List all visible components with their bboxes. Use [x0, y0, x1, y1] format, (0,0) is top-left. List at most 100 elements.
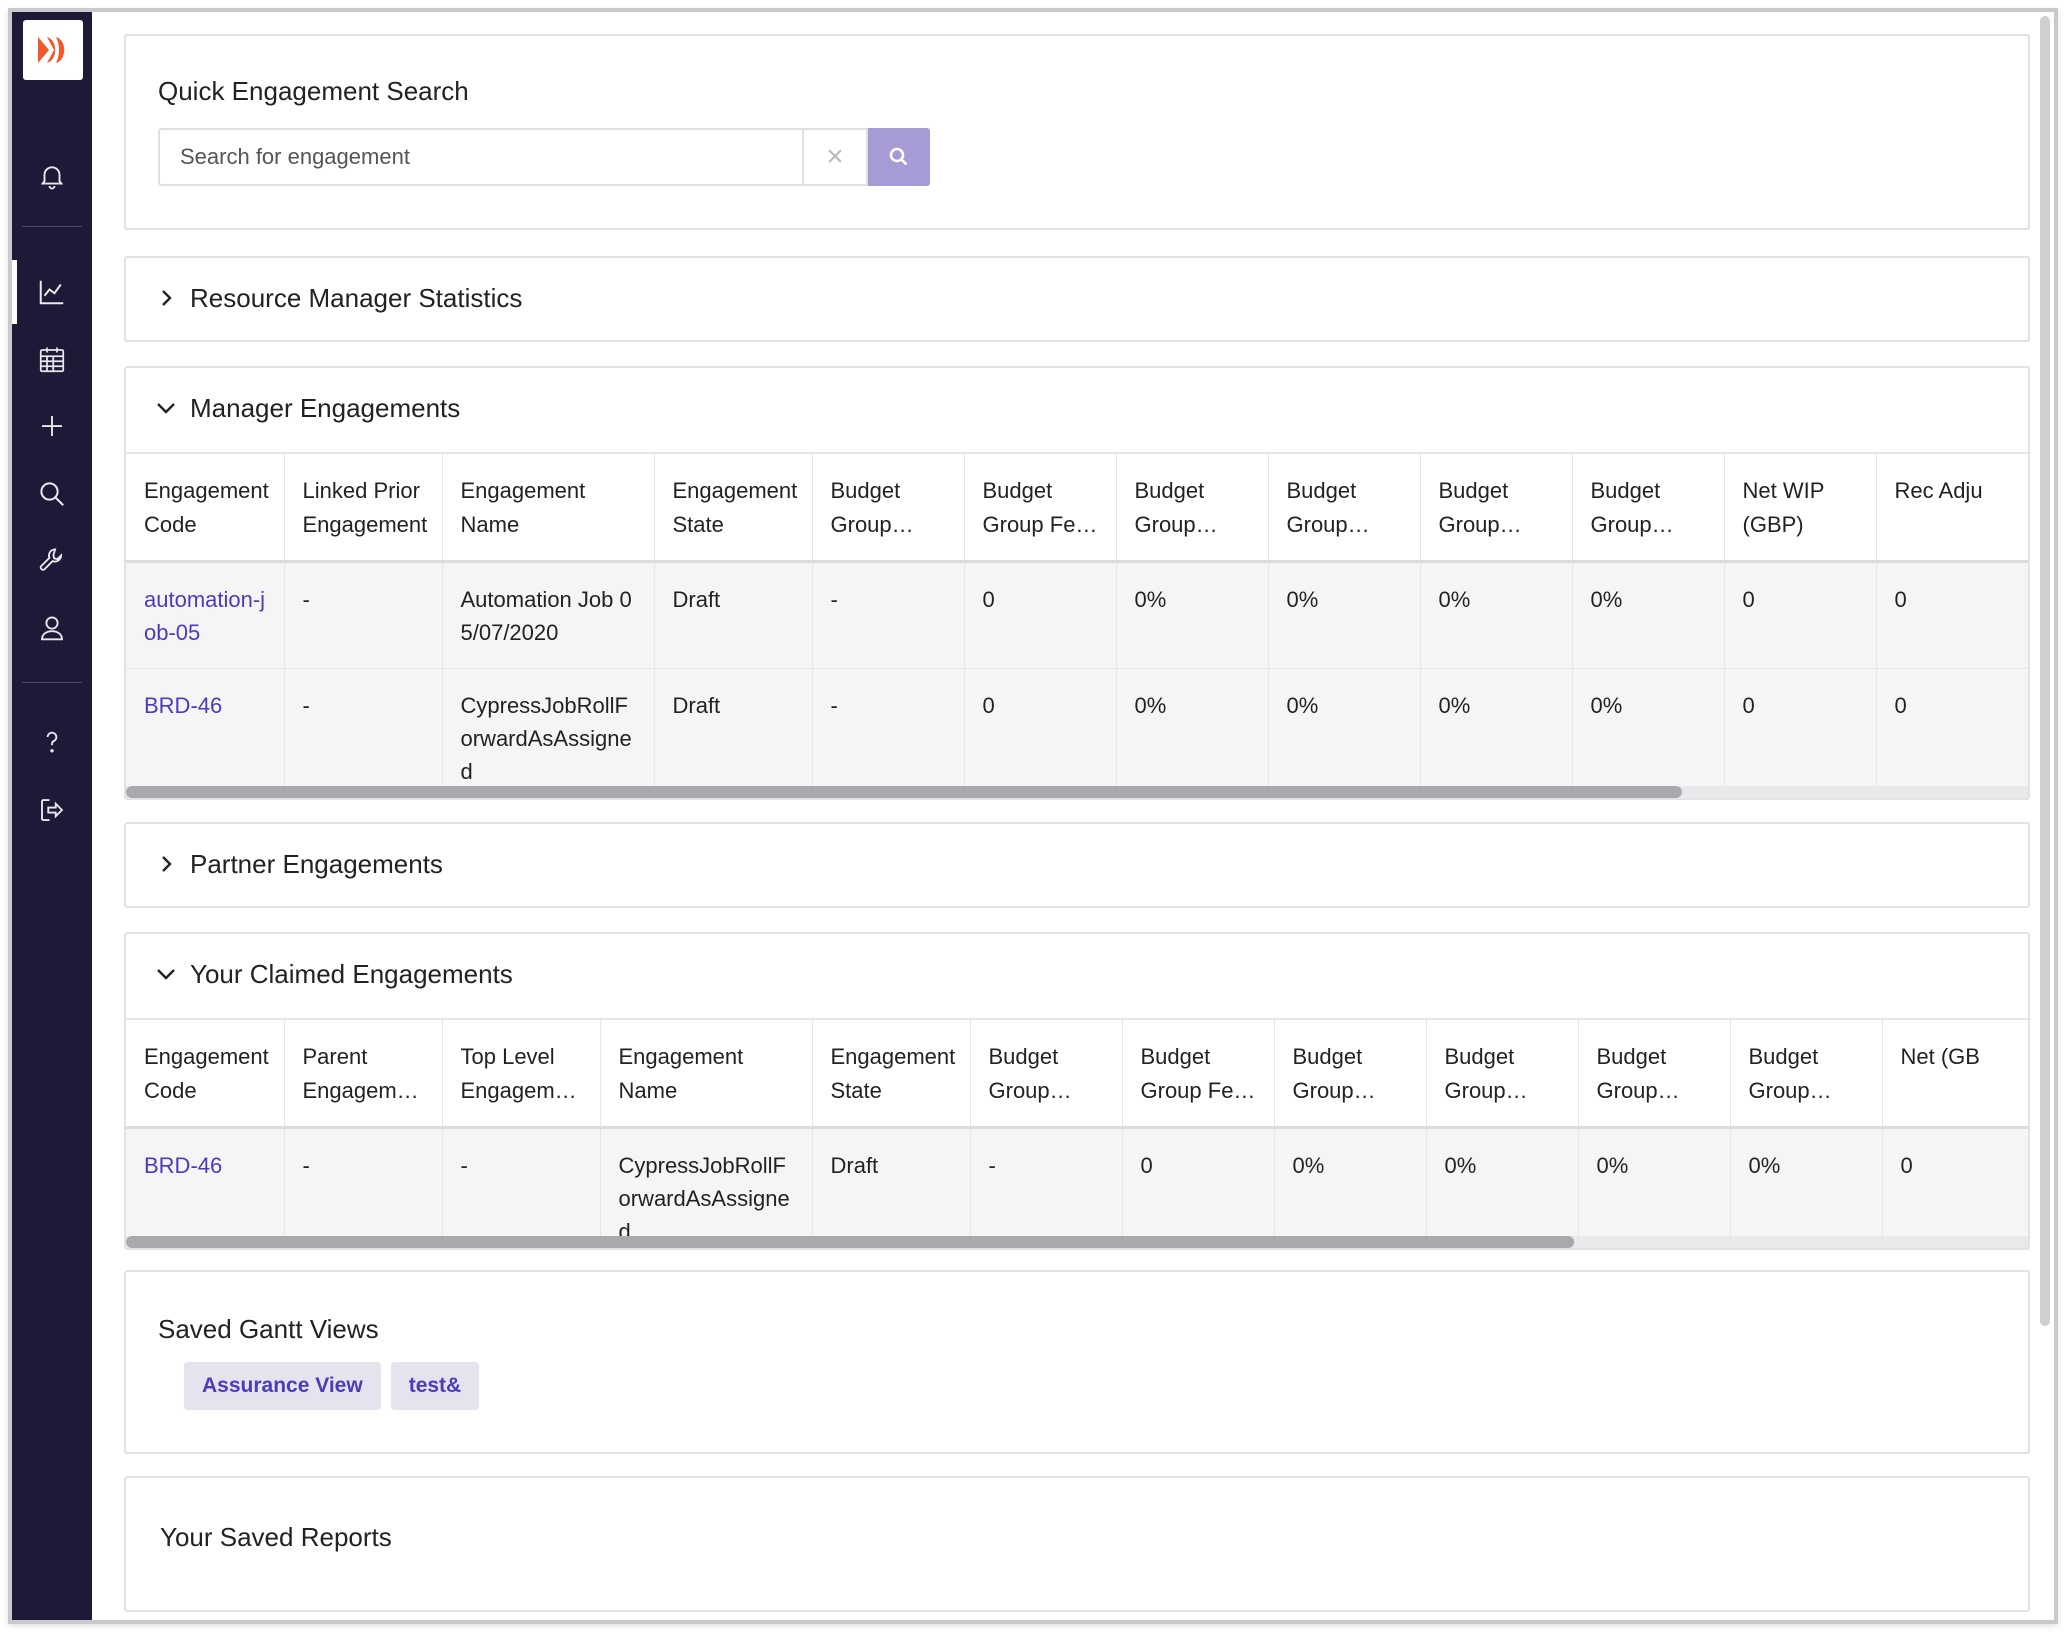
table-cell: - — [284, 668, 443, 786]
column-header[interactable]: Engagement Code — [126, 452, 285, 563]
user-icon[interactable] — [12, 602, 92, 654]
column-header[interactable]: Budget Group… — [1572, 452, 1725, 563]
table-cell: 0 — [1724, 561, 1877, 669]
claimed-engagements-toggle[interactable]: Your Claimed Engagements — [152, 954, 513, 994]
column-header[interactable]: Budget Group… — [1274, 1018, 1427, 1129]
resource-stats-toggle[interactable]: Resource Manager Statistics — [152, 278, 522, 318]
column-header[interactable]: Budget Group Fe… — [964, 452, 1117, 563]
column-header[interactable]: Engagement State — [654, 452, 813, 563]
page-scrollbar[interactable] — [2040, 16, 2050, 1326]
table-cell: CypressJobRollForwardAsAssigned — [600, 1127, 813, 1236]
column-header-label: Rec Adju — [1894, 478, 1983, 503]
column-header-label: Budget Group Fe… — [1140, 1044, 1256, 1103]
column-header[interactable]: Engagement Code — [126, 1018, 285, 1129]
column-header-label: Top Level Engagem… — [460, 1044, 577, 1103]
column-header[interactable]: Budget Group Fe… — [1122, 1018, 1275, 1129]
partner-engagements-title: Partner Engagements — [190, 848, 443, 879]
column-header[interactable]: Budget Group… — [812, 452, 965, 563]
search-button[interactable] — [868, 128, 930, 186]
column-header-label: Budget Group… — [1596, 1044, 1680, 1103]
calendar-icon[interactable] — [12, 334, 92, 386]
engagement-code-link[interactable]: BRD-46 — [126, 668, 285, 786]
column-header[interactable]: Budget Group… — [1578, 1018, 1731, 1129]
table-cell: 0 — [1724, 668, 1877, 786]
engagement-code-link[interactable]: automation-job-05 — [126, 561, 285, 669]
column-header-label: Budget Group… — [1286, 478, 1370, 537]
chevron-right-icon — [152, 284, 180, 312]
table-cell: 0% — [1572, 668, 1725, 786]
engagement-code-link[interactable]: BRD-46 — [126, 1127, 285, 1236]
column-header[interactable]: Engagement State — [812, 1018, 971, 1129]
chevron-down-icon — [152, 394, 180, 422]
table-cell: 0% — [1420, 668, 1573, 786]
column-header-label: Parent Engagem… — [302, 1044, 419, 1103]
horizontal-scrollbar[interactable] — [126, 1236, 2028, 1248]
table-cell: CypressJobRollForwardAsAssigned — [442, 668, 655, 786]
chart-icon[interactable] — [12, 266, 92, 318]
column-header[interactable]: Budget Group… — [970, 1018, 1123, 1129]
search-icon — [889, 147, 908, 166]
table-cell: - — [442, 1127, 601, 1236]
column-header-label: Engagement Name — [460, 478, 586, 537]
column-header[interactable]: Rec Adju — [1876, 452, 2028, 563]
brand-logo[interactable] — [23, 20, 83, 80]
manager-engagements-card: Manager Engagements Engagement Code Linke… — [124, 366, 2030, 800]
column-header[interactable]: Linked Prior Engagement — [284, 452, 443, 563]
horizontal-scrollbar[interactable] — [126, 786, 2028, 798]
manager-engagements-toggle[interactable]: Manager Engagements — [152, 388, 460, 428]
column-header-label: Engagement Code — [144, 1044, 269, 1103]
table-cell: - — [284, 1127, 443, 1236]
partner-engagements-toggle[interactable]: Partner Engagements — [152, 844, 443, 884]
column-header[interactable]: Engagement Name — [442, 452, 655, 563]
search-input[interactable] — [158, 128, 802, 186]
logout-icon[interactable] — [12, 784, 92, 836]
saved-reports-title: Your Saved Reports — [160, 1522, 392, 1552]
sidebar — [12, 12, 92, 1620]
claimed-engagements-card: Your Claimed Engagements Engagement Code… — [124, 932, 2030, 1250]
column-header-label: Net (GB — [1900, 1044, 1980, 1069]
table-cell: - — [812, 561, 965, 669]
column-header[interactable]: Budget Group… — [1426, 1018, 1579, 1129]
saved-gantt-card: Saved Gantt Views Assurance View test& — [124, 1270, 2030, 1454]
column-header-label: Budget Group… — [1590, 478, 1674, 537]
column-header-label: Linked Prior Engagement — [302, 478, 428, 537]
gantt-view-list: Assurance View test& — [184, 1362, 480, 1410]
table-cell: 0 — [1876, 668, 2028, 786]
table-cell: 0% — [1572, 561, 1725, 669]
table-cell: 0% — [1730, 1127, 1883, 1236]
scrollbar-thumb[interactable] — [126, 1236, 1574, 1248]
table-cell: Draft — [654, 561, 813, 669]
gantt-view-chip[interactable]: test& — [390, 1362, 480, 1410]
help-icon[interactable] — [12, 716, 92, 768]
table-cell: 0% — [1420, 561, 1573, 669]
plus-icon[interactable] — [12, 400, 92, 452]
table-cell: 0% — [1116, 561, 1269, 669]
column-header[interactable]: Net (GB — [1882, 1018, 2028, 1129]
table-cell: 0% — [1274, 1127, 1427, 1236]
table-cell: Draft — [812, 1127, 971, 1236]
gantt-view-chip[interactable]: Assurance View — [184, 1362, 381, 1410]
table-row: BRD-46- - CypressJobRollForwardAsAssigned D… — [126, 1127, 2028, 1236]
resource-stats-card: Resource Manager Statistics — [124, 256, 2030, 342]
search-bar: × — [158, 128, 930, 186]
clear-search-button[interactable]: × — [802, 128, 868, 186]
claimed-engagements-table: Engagement Code Parent Engagem… Top Level … — [126, 1018, 2028, 1236]
scrollbar-thumb[interactable] — [126, 786, 1682, 798]
saved-reports-card: Your Saved Reports — [124, 1476, 2030, 1612]
search-icon[interactable] — [12, 468, 92, 520]
wrench-icon[interactable] — [12, 534, 92, 586]
column-header[interactable]: Net WIP (GBP) — [1724, 452, 1877, 563]
column-header[interactable]: Engagement Name — [600, 1018, 813, 1129]
manager-engagements-table-wrap: Engagement Code Linked Prior Engagement En… — [126, 452, 2028, 786]
column-header[interactable]: Budget Group… — [1116, 452, 1269, 563]
column-header[interactable]: Budget Group… — [1268, 452, 1421, 563]
column-header[interactable]: Parent Engagem… — [284, 1018, 443, 1129]
main-content: Quick Engagement Search × Resource Manag… — [92, 12, 2054, 1620]
nav-divider — [22, 682, 82, 683]
column-header[interactable]: Top Level Engagem… — [442, 1018, 601, 1129]
column-header-label: Engagement State — [672, 478, 798, 537]
column-header[interactable]: Budget Group… — [1420, 452, 1573, 563]
bell-icon[interactable] — [12, 150, 92, 202]
column-header-label: Budget Group… — [1748, 1044, 1832, 1103]
column-header[interactable]: Budget Group… — [1730, 1018, 1883, 1129]
